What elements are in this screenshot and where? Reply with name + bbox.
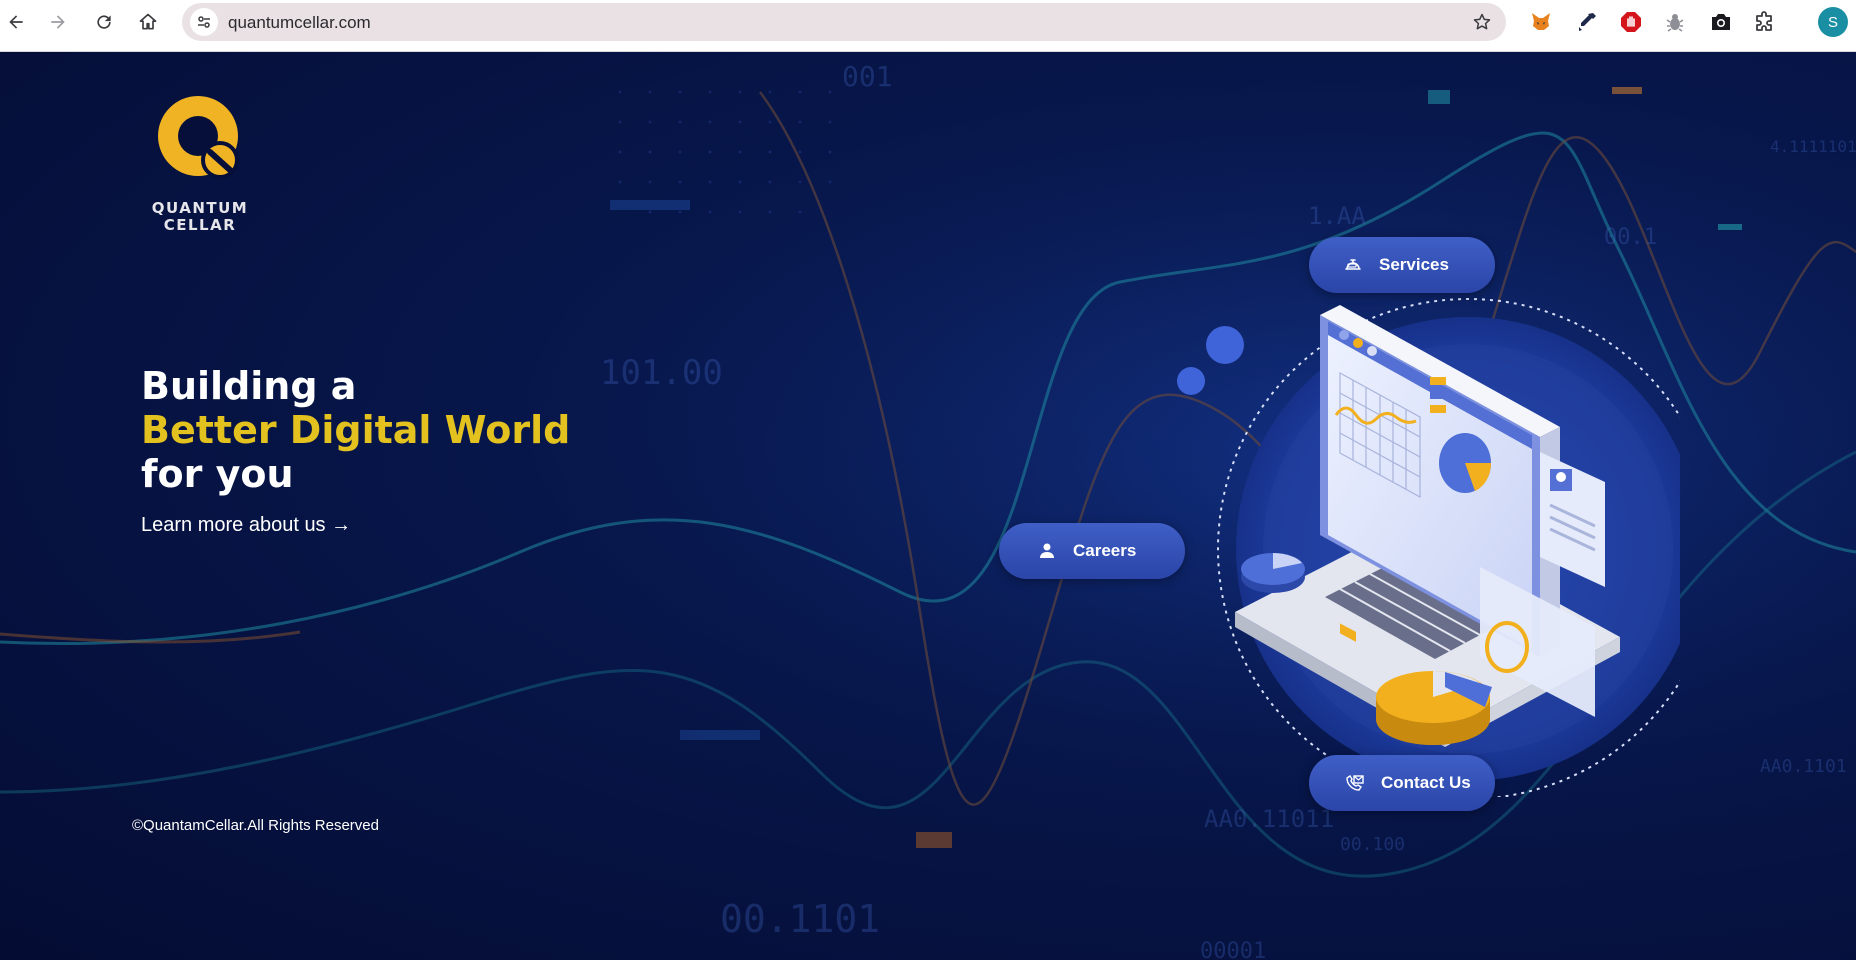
copyright-text: ©QuantamCellar.All Rights Reserved (132, 817, 379, 834)
hero-line-2-highlight: Better Digital World (141, 408, 571, 452)
hero-line-1: Building a (141, 364, 357, 408)
home-icon (139, 13, 157, 30)
adblock-extension[interactable] (1618, 9, 1644, 35)
back-icon (9, 15, 23, 29)
contact-us-label: Contact Us (1381, 773, 1471, 792)
person-icon (1037, 541, 1057, 561)
site-settings-icon (198, 16, 210, 28)
bg-label: 00001 (1200, 939, 1266, 960)
services-button[interactable]: Services (1309, 237, 1495, 293)
forward-icon (51, 15, 65, 29)
hero-line-3: for you (141, 452, 294, 496)
landing-page: 001 1.AA 00.1 4.1111101 101.00 AA0.11011… (0, 52, 1856, 960)
reload-icon (97, 15, 111, 29)
bg-label: 001 (842, 60, 893, 93)
learn-more-link[interactable]: Learn more about us → (141, 514, 351, 537)
bug-icon (1666, 14, 1684, 32)
bg-label: AA0.11011 (1204, 805, 1334, 833)
home-button[interactable] (132, 6, 164, 38)
brand-wordmark: QUANTUM CELLAR (148, 200, 252, 234)
metamask-extension[interactable] (1528, 9, 1554, 35)
bg-label: 00.1 (1604, 225, 1657, 250)
brand-logo[interactable]: QUANTUM CELLAR (148, 90, 252, 240)
eyedropper-extension[interactable] (1574, 9, 1600, 35)
brand-line-2: CELLAR (163, 216, 237, 234)
forward-button[interactable] (42, 6, 74, 38)
service-bell-icon (1343, 255, 1363, 275)
hero-headline: Building a Better Digital World for you (141, 364, 741, 496)
profile-avatar[interactable]: S (1818, 7, 1848, 37)
adblock-hand-icon (1621, 12, 1641, 32)
back-button[interactable] (0, 6, 32, 38)
bg-label: 00.100 (1340, 834, 1405, 855)
browser-toolbar: quantumcellar.com S (0, 0, 1856, 52)
bug-extension[interactable] (1662, 9, 1688, 35)
bg-label: 00.1101 (720, 897, 880, 941)
phone-mail-icon (1345, 773, 1365, 793)
extensions-puzzle-icon (1756, 11, 1772, 31)
bg-label: AA0.1101 (1760, 756, 1847, 777)
address-bar[interactable]: quantumcellar.com (182, 3, 1506, 41)
bg-label: 1.AA (1308, 202, 1366, 230)
careers-label: Careers (1073, 541, 1137, 560)
bg-label: 4.1111101 (1770, 137, 1856, 156)
bookmark-star-icon[interactable] (1472, 12, 1492, 32)
careers-button[interactable]: Careers (999, 523, 1185, 579)
services-label: Services (1379, 255, 1449, 274)
extensions-button[interactable] (1752, 9, 1778, 35)
screenshot-extension[interactable] (1708, 9, 1734, 35)
laptop-analytics-illustration (1177, 298, 1680, 797)
reload-button[interactable] (88, 6, 120, 38)
contact-us-button[interactable]: Contact Us (1309, 755, 1495, 811)
eyedropper-icon (1579, 13, 1596, 31)
url-text[interactable]: quantumcellar.com (228, 13, 371, 33)
brand-line-1: QUANTUM (151, 199, 249, 217)
camera-icon (1712, 14, 1730, 30)
metamask-fox-icon (1532, 13, 1550, 30)
quantum-cellar-q-logo (158, 96, 239, 179)
site-info-button[interactable] (190, 8, 218, 36)
